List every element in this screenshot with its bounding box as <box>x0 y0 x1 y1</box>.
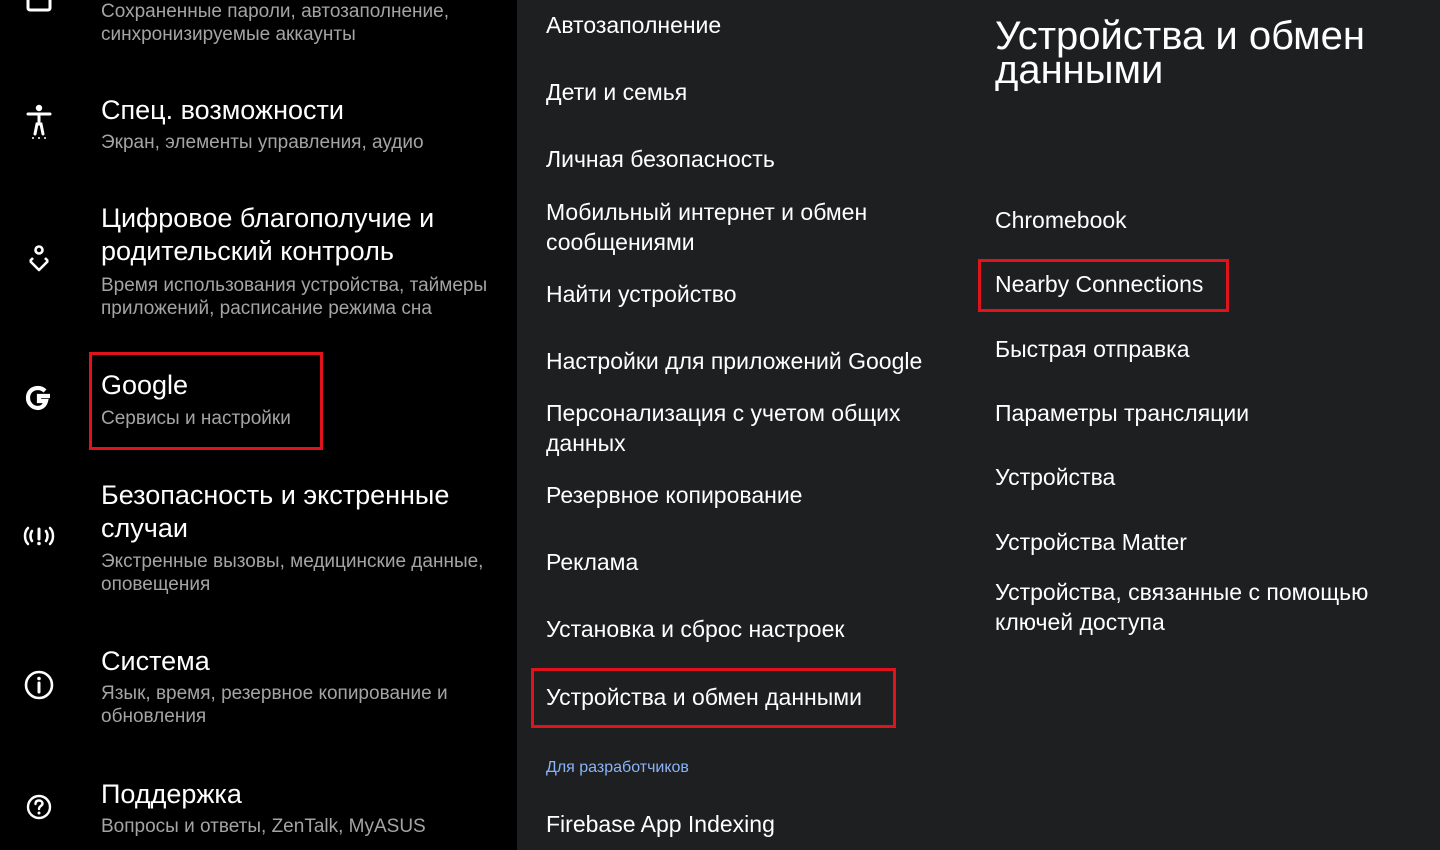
section-header-developers: Для разработчиков <box>546 759 689 776</box>
settings-item-passwords[interactable]: Сохраненные пароли, автозаполнение, синх… <box>0 0 517 60</box>
menu-item-nearby-connections[interactable]: Nearby Connections <box>995 269 1415 299</box>
google-icon <box>20 379 58 417</box>
menu-item-cast-options[interactable]: Параметры трансляции <box>995 398 1415 428</box>
menu-item-find-device[interactable]: Найти устройство <box>546 279 966 309</box>
settings-item-title: Google <box>101 370 189 400</box>
settings-item-title: Система <box>101 646 210 676</box>
settings-item-subtitle: Язык, время, резервное копирование и обн… <box>101 683 448 727</box>
menu-item-chromebook[interactable]: Chromebook <box>995 205 1415 235</box>
menu-item-personalization[interactable]: Персонализация с учетом общих данных <box>546 398 926 458</box>
settings-main-list: Сохраненные пароли, автозаполнение, синх… <box>0 0 517 850</box>
menu-item-personal-safety[interactable]: Личная безопасность <box>546 144 966 174</box>
settings-item-title: Безопасность и экстренные случаи <box>101 480 450 543</box>
menu-item-kids-family[interactable]: Дети и семья <box>546 77 966 107</box>
menu-item-quick-share[interactable]: Быстрая отправка <box>995 334 1415 364</box>
menu-item-autofill[interactable]: Автозаполнение <box>546 10 966 40</box>
settings-item-subtitle: Время использования устройства, таймеры … <box>101 275 488 319</box>
settings-item-safety-emergency[interactable]: Безопасность и экстренные случаи Экстрен… <box>0 478 517 598</box>
info-icon <box>20 666 58 704</box>
menu-item-mobile-data-messaging[interactable]: Мобильный интернет и обмен сообщениями <box>546 197 926 257</box>
accessibility-icon <box>20 102 58 140</box>
settings-item-digital-wellbeing[interactable]: Цифровое благополучие и родительский кон… <box>0 202 517 322</box>
settings-item-support[interactable]: Поддержка Вопросы и ответы, ZenTalk, MyA… <box>0 778 517 850</box>
settings-item-subtitle: Экстренные вызовы, медицинские данные, о… <box>101 551 484 595</box>
settings-item-title: Поддержка <box>101 779 242 809</box>
help-icon <box>20 788 58 826</box>
menu-item-ads[interactable]: Реклама <box>546 547 966 577</box>
settings-item-subtitle: Экран, элементы управления, аудио <box>101 132 424 153</box>
menu-item-passkey-devices[interactable]: Устройства, связанные с помощью ключей д… <box>995 577 1415 637</box>
menu-item-matter-devices[interactable]: Устройства Matter <box>995 527 1415 557</box>
settings-item-subtitle: Сервисы и настройки <box>101 408 291 429</box>
menu-item-backup[interactable]: Резервное копирование <box>546 480 966 510</box>
settings-item-accessibility[interactable]: Спец. возможности Экран, элементы управл… <box>0 92 517 162</box>
settings-item-title: Цифровое благополучие и родительский кон… <box>101 203 435 266</box>
wellbeing-icon <box>20 241 58 279</box>
google-settings-list: Автозаполнение Дети и семья Личная безоп… <box>517 0 970 850</box>
menu-item-google-app-settings[interactable]: Настройки для приложений Google <box>546 346 966 376</box>
page-title: Устройства и обмен данными <box>995 14 1365 92</box>
settings-item-title: Спец. возможности <box>101 95 344 125</box>
menu-item-devices-sharing[interactable]: Устройства и обмен данными <box>546 682 966 712</box>
emergency-icon <box>20 517 58 555</box>
devices-sharing-panel: Устройства и обмен данными Chromebook Ne… <box>970 0 1440 850</box>
settings-item-subtitle: Сохраненные пароли, автозаполнение, синх… <box>101 1 449 45</box>
menu-item-devices[interactable]: Устройства <box>995 462 1415 492</box>
settings-item-subtitle: Вопросы и ответы, ZenTalk, MyASUS <box>101 816 426 837</box>
account-box-icon <box>20 0 58 24</box>
menu-item-setup-reset[interactable]: Установка и сброс настроек <box>546 614 966 644</box>
menu-item-firebase-app-indexing[interactable]: Firebase App Indexing <box>546 809 966 839</box>
settings-item-google[interactable]: Google Сервисы и настройки <box>0 368 517 438</box>
settings-item-system[interactable]: Система Язык, время, резервное копирован… <box>0 645 517 735</box>
